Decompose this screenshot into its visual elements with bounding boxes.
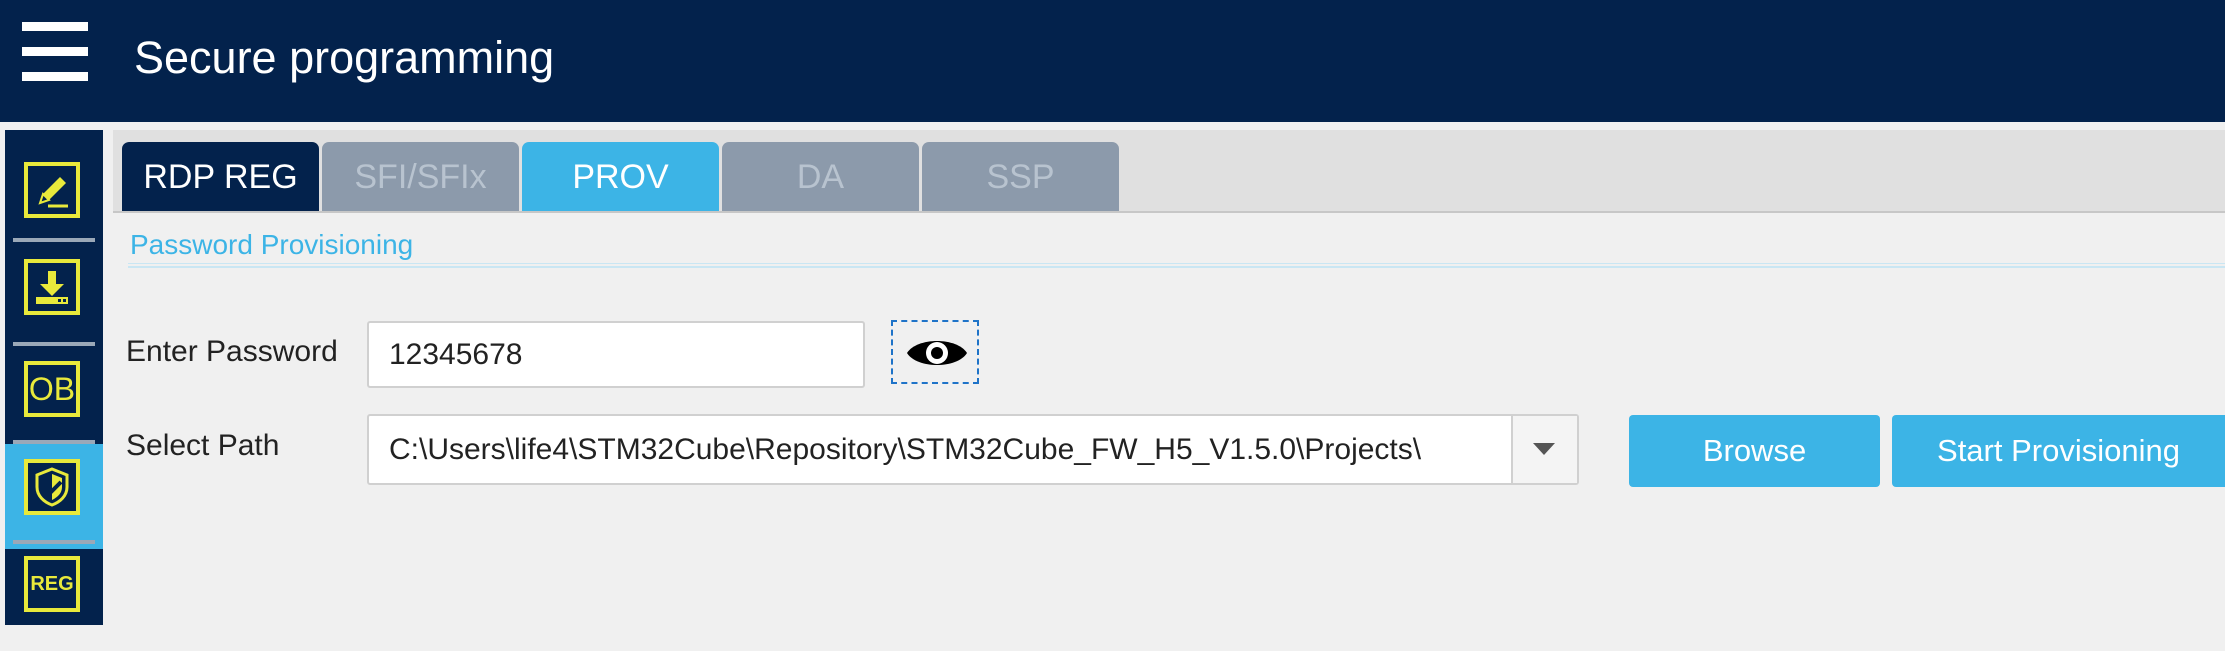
sidebar-item-security[interactable]: [5, 444, 103, 549]
sidebar-item-edit[interactable]: [5, 130, 103, 235]
tab-rdp-reg[interactable]: RDP REG: [122, 142, 319, 212]
tab-bar: RDP REG SFI/SFIx PROV DA SSP: [113, 130, 2225, 212]
option-bytes-icon: OB: [24, 361, 80, 417]
path-label: Select Path: [126, 429, 280, 462]
eye-icon: [907, 341, 967, 365]
path-select[interactable]: C:\Users\life4\STM32Cube\Repository\STM3…: [367, 414, 1579, 485]
left-sidebar: OB REG: [5, 130, 103, 625]
tab-divider: [113, 211, 2225, 213]
tab-da[interactable]: DA: [722, 142, 919, 212]
password-input[interactable]: [367, 321, 865, 388]
download-icon: [24, 259, 80, 315]
chevron-down-icon: [1533, 443, 1555, 455]
title-bar: Secure programming: [0, 0, 2225, 122]
edit-pencil-icon: [24, 162, 80, 218]
tab-prov[interactable]: PROV: [522, 142, 719, 212]
sidebar-item-download[interactable]: [5, 242, 103, 347]
registers-icon: REG: [24, 556, 80, 612]
sidebar-item-option-bytes[interactable]: OB: [5, 346, 103, 451]
tab-sfi-sfix[interactable]: SFI/SFIx: [322, 142, 519, 212]
path-dropdown-button[interactable]: [1511, 416, 1577, 483]
password-label: Enter Password: [126, 335, 338, 368]
tab-ssp[interactable]: SSP: [922, 142, 1119, 212]
hamburger-menu-icon[interactable]: [22, 22, 88, 82]
section-divider: [128, 263, 2225, 268]
registers-label: REG: [30, 573, 74, 595]
section-title: Password Provisioning: [130, 229, 414, 260]
browse-button[interactable]: Browse: [1629, 415, 1880, 487]
window-title: Secure programming: [134, 32, 555, 83]
path-value: C:\Users\life4\STM32Cube\Repository\STM3…: [389, 433, 1422, 466]
sidebar-item-registers[interactable]: REG: [5, 546, 103, 651]
shield-icon: [24, 459, 80, 515]
start-provisioning-button[interactable]: Start Provisioning: [1892, 415, 2225, 487]
show-password-button[interactable]: [891, 320, 979, 384]
option-bytes-label: OB: [28, 371, 76, 407]
